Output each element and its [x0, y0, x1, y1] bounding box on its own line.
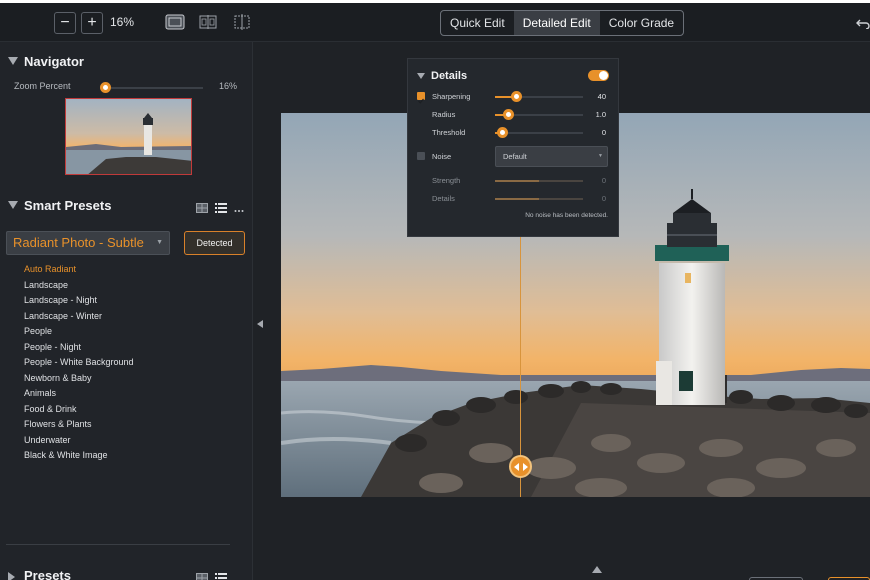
sharpening-value: 40 [597, 92, 606, 101]
detected-button[interactable]: Detected [184, 231, 245, 255]
radius-label: Radius [432, 110, 456, 119]
details-panel: Details Sharpening 40 Radius 1.0 Thresho… [407, 58, 619, 237]
section-divider [6, 544, 230, 545]
preset-item[interactable]: Flowers & Plants [24, 417, 134, 433]
preset-item[interactable]: Food & Drink [24, 402, 134, 418]
smart-presets-title: Smart Presets [24, 198, 112, 213]
zoom-in-button[interactable]: + [81, 12, 103, 34]
threshold-value: 0 [601, 128, 606, 137]
details-collapse-icon[interactable] [417, 73, 425, 79]
noise-details-label: Details [432, 194, 455, 203]
noise-mode-dropdown[interactable]: Default ▼ [495, 146, 608, 167]
side-by-side-view-icon[interactable] [197, 13, 219, 31]
chevron-down-icon: ▼ [156, 239, 163, 246]
list-view-icon[interactable] [215, 570, 227, 580]
left-sidebar: Navigator Zoom Percent 16% Smart Presets… [0, 42, 253, 580]
strength-value: 0 [601, 176, 606, 185]
radius-value: 1.0 [595, 110, 606, 119]
smart-presets-view-controls [196, 200, 244, 218]
collapse-sidebar-icon[interactable] [257, 320, 263, 328]
zoom-slider-track[interactable] [100, 87, 203, 89]
threshold-slider-knob[interactable] [497, 127, 508, 138]
preset-item[interactable]: Newborn & Baby [24, 371, 134, 387]
preset-item[interactable]: Landscape - Night [24, 293, 134, 309]
details-enable-toggle[interactable] [588, 70, 609, 81]
zoom-out-button[interactable]: − [54, 12, 76, 34]
radius-slider-knob[interactable] [503, 109, 514, 120]
more-options-icon[interactable] [234, 200, 244, 218]
toggle-knob [599, 71, 608, 80]
navigator-thumbnail[interactable] [65, 98, 192, 175]
sharpening-slider-knob[interactable] [511, 91, 522, 102]
grid-view-icon[interactable] [196, 200, 208, 218]
presets-title: Presets [24, 568, 71, 580]
sharpening-checkbox[interactable] [417, 92, 425, 104]
noise-checkbox[interactable] [417, 152, 425, 160]
strength-slider-fill [495, 180, 539, 182]
preset-item[interactable]: People - Night [24, 340, 134, 356]
grid-view-icon[interactable] [196, 570, 208, 580]
more-options-icon[interactable] [234, 570, 244, 580]
smart-presets-collapse-icon[interactable] [8, 201, 18, 209]
edit-mode-tabs: Quick Edit Detailed Edit Color Grade [440, 10, 685, 36]
noise-mode-value: Default [503, 152, 527, 161]
preset-item[interactable]: People - White Background [24, 355, 134, 371]
top-toolbar: − + 16% Quick Edit Detailed Edit Color G… [0, 0, 870, 42]
split-view-icon[interactable] [231, 13, 253, 31]
zoom-percent-label: Zoom Percent [14, 81, 71, 91]
radiant-photo-app: − + 16% Quick Edit Detailed Edit Color G… [0, 0, 870, 580]
smart-preset-selected: Radiant Photo - Subtle [13, 235, 144, 250]
noise-label: Noise [432, 152, 452, 161]
tab-quick-edit[interactable]: Quick Edit [441, 11, 514, 35]
preset-item[interactable]: Animals [24, 386, 134, 402]
noise-status-note: No noise has been detected. [525, 212, 608, 219]
undo-icon[interactable] [856, 16, 870, 32]
list-view-icon[interactable] [215, 200, 227, 218]
presets-expand-icon[interactable] [8, 572, 15, 580]
single-view-icon[interactable] [164, 13, 186, 31]
split-handle-icon[interactable] [509, 455, 532, 478]
preset-item[interactable]: Landscape - Winter [24, 309, 134, 325]
navigator-collapse-icon[interactable] [8, 57, 18, 65]
zoom-slider-knob[interactable] [100, 82, 111, 93]
navigator-title: Navigator [24, 54, 84, 69]
presets-view-controls [196, 570, 244, 580]
details-title: Details [431, 70, 468, 82]
chevron-down-icon: ▼ [598, 153, 603, 159]
noise-details-value: 0 [601, 194, 606, 203]
expand-filmstrip-icon[interactable] [592, 566, 602, 573]
sharpening-label: Sharpening [432, 92, 471, 101]
preset-item[interactable]: Landscape [24, 278, 134, 294]
zoom-level: 16% [110, 15, 135, 29]
zoom-percent-value: 16% [219, 81, 238, 91]
smart-preset-dropdown[interactable]: Radiant Photo - Subtle ▼ [6, 231, 170, 255]
noise-details-slider-fill [495, 198, 539, 200]
smart-preset-list: Auto Radiant Landscape Landscape - Night… [24, 262, 134, 464]
threshold-slider-track[interactable] [495, 132, 583, 134]
preset-item[interactable]: People [24, 324, 134, 340]
threshold-label: Threshold [432, 128, 466, 137]
strength-label: Strength [432, 176, 461, 185]
tab-color-grade[interactable]: Color Grade [600, 11, 683, 35]
preset-item[interactable]: Black & White Image [24, 448, 134, 464]
preset-item[interactable]: Auto Radiant [24, 262, 134, 278]
tab-detailed-edit[interactable]: Detailed Edit [513, 11, 600, 35]
preset-item[interactable]: Underwater [24, 433, 134, 449]
